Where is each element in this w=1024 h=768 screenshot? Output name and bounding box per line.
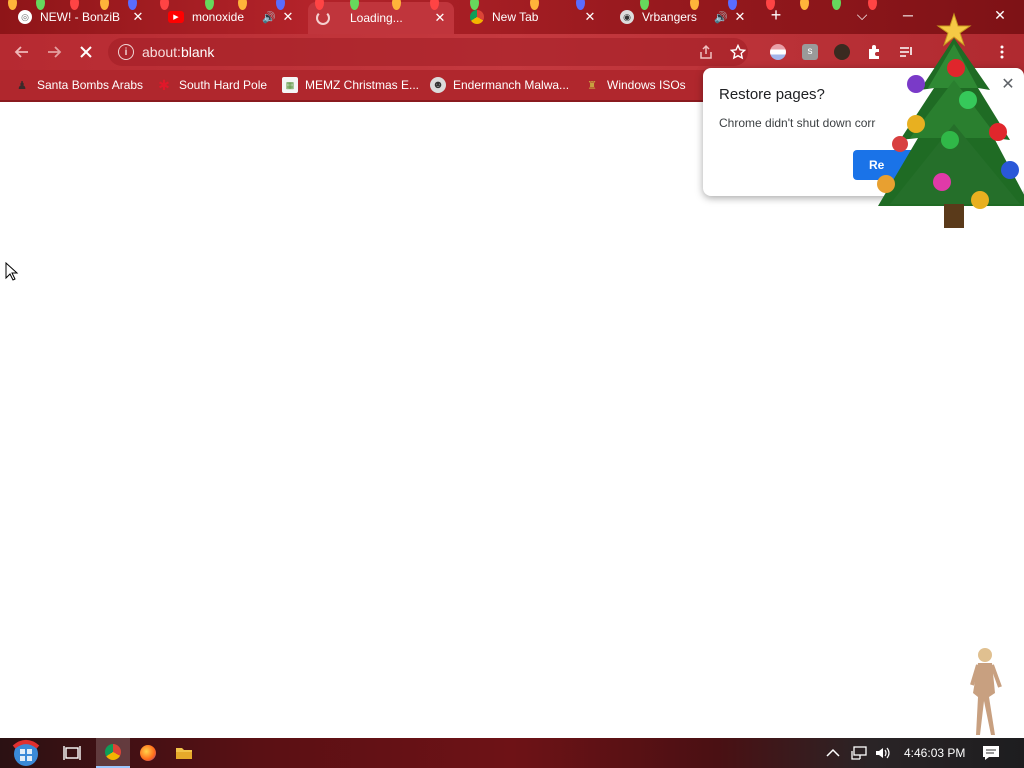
start-button[interactable] (6, 738, 46, 768)
bookmark-label: South Hard Pole (179, 78, 268, 92)
loading-icon (316, 11, 330, 25)
tab-new-tab[interactable]: New Tab ✕ (462, 0, 604, 34)
taskbar-chrome[interactable] (96, 738, 130, 768)
extension-flag-icon[interactable] (770, 44, 786, 60)
extension-s-icon[interactable]: s (802, 44, 818, 60)
new-tab-button[interactable]: + (756, 0, 796, 30)
dialog-message: Chrome didn't shut down corr (719, 116, 876, 130)
santa-icon: ♟ (17, 79, 27, 92)
network-button[interactable] (850, 738, 868, 768)
dancer-figure-image (970, 648, 1002, 735)
bookmark-star-button[interactable] (726, 40, 750, 64)
tab-title: monoxide (192, 10, 245, 24)
stop-loading-button[interactable] (74, 40, 98, 64)
speaker-icon (876, 747, 890, 759)
forward-button[interactable] (42, 40, 66, 64)
bookmark-windows-isos[interactable]: ♜ Windows ISOs (584, 76, 686, 94)
volume-button[interactable] (874, 738, 892, 768)
light-bulb (800, 0, 809, 10)
tab-monoxide[interactable]: ▶ monoxide 🔊 ✕ (160, 0, 302, 34)
file-explorer-icon (176, 748, 192, 759)
youtube-icon: ▶ (168, 11, 184, 23)
tab-title: New Tab (492, 10, 539, 24)
audio-playing-icon[interactable]: 🔊 (714, 11, 728, 24)
tab-title: NEW! - BonziB (40, 10, 121, 24)
dialog-title: Restore pages? (719, 86, 825, 103)
chrome-icon (470, 10, 484, 24)
url-scheme: about: (142, 44, 181, 60)
back-button[interactable] (10, 40, 34, 64)
bookmark-santa-bombs[interactable]: ♟ Santa Bombs Arabs (14, 76, 143, 94)
arrow-right-icon (48, 46, 62, 58)
close-icon (80, 46, 92, 58)
address-url: about:blank (142, 44, 214, 60)
windows-start-orb-icon (12, 740, 40, 766)
action-center-button[interactable] (982, 738, 1000, 768)
task-view-icon (63, 746, 81, 760)
tab-vrbangers[interactable]: ◉ Vrbangers 🔊 ✕ (612, 0, 754, 34)
close-icon[interactable]: ✕ (582, 9, 598, 25)
network-icon (851, 746, 867, 760)
share-button[interactable] (694, 40, 718, 64)
bookmark-label: Windows ISOs (607, 78, 686, 92)
bookmark-memz[interactable]: ▦ MEMZ Christmas E... (282, 76, 419, 94)
close-icon[interactable]: ✕ (280, 9, 296, 25)
bookmark-label: Santa Bombs Arabs (37, 78, 144, 92)
close-icon[interactable]: ✕ (130, 9, 146, 25)
tab-title: Loading... (350, 11, 403, 25)
taskbar-firefox[interactable] (134, 738, 162, 768)
audio-playing-icon[interactable]: 🔊 (262, 11, 276, 24)
windows-taskbar: 4:46:03 PM (0, 738, 1024, 768)
taskbar-file-explorer[interactable] (170, 738, 198, 768)
close-icon[interactable]: ✕ (732, 9, 748, 25)
close-icon[interactable]: ✕ (432, 10, 448, 26)
tab-loading[interactable]: Loading... ✕ (308, 2, 454, 34)
mouse-cursor-icon (5, 262, 19, 281)
info-icon[interactable]: i (118, 44, 134, 60)
raccoon-icon: ☻ (430, 77, 446, 93)
folder-icon: ♜ (587, 79, 597, 92)
share-icon (700, 44, 712, 59)
star-icon (730, 44, 746, 60)
chrome-icon (105, 744, 121, 760)
snowflake-icon: ✱ (158, 76, 170, 93)
firefox-icon (140, 745, 156, 761)
arrow-left-icon (14, 46, 28, 58)
memz-icon: ▦ (282, 77, 298, 93)
globe-icon: ◎ (18, 10, 32, 24)
bookmark-endermanch[interactable]: ☻ Endermanch Malwa... (430, 76, 569, 94)
task-view-button[interactable] (58, 738, 86, 768)
show-hidden-icons-button[interactable] (826, 738, 840, 768)
clock[interactable]: 4:46:03 PM (904, 738, 965, 768)
bookmark-label: MEMZ Christmas E... (305, 78, 420, 92)
bookmark-south-hard-pole[interactable]: ✱ South Hard Pole (156, 76, 267, 94)
address-bar[interactable]: i about:blank (108, 38, 748, 66)
profile-extension-icon[interactable] (834, 44, 850, 60)
christmas-tree-image (877, 12, 1024, 228)
vr-icon: ◉ (620, 10, 634, 24)
notification-icon (983, 746, 999, 760)
tab-title: Vrbangers (642, 10, 697, 24)
chevron-up-icon (826, 748, 840, 757)
bookmark-label: Endermanch Malwa... (453, 78, 570, 92)
tab-bonzi[interactable]: ◎ NEW! - BonziB ✕ (10, 0, 152, 34)
url-path: blank (180, 44, 215, 60)
